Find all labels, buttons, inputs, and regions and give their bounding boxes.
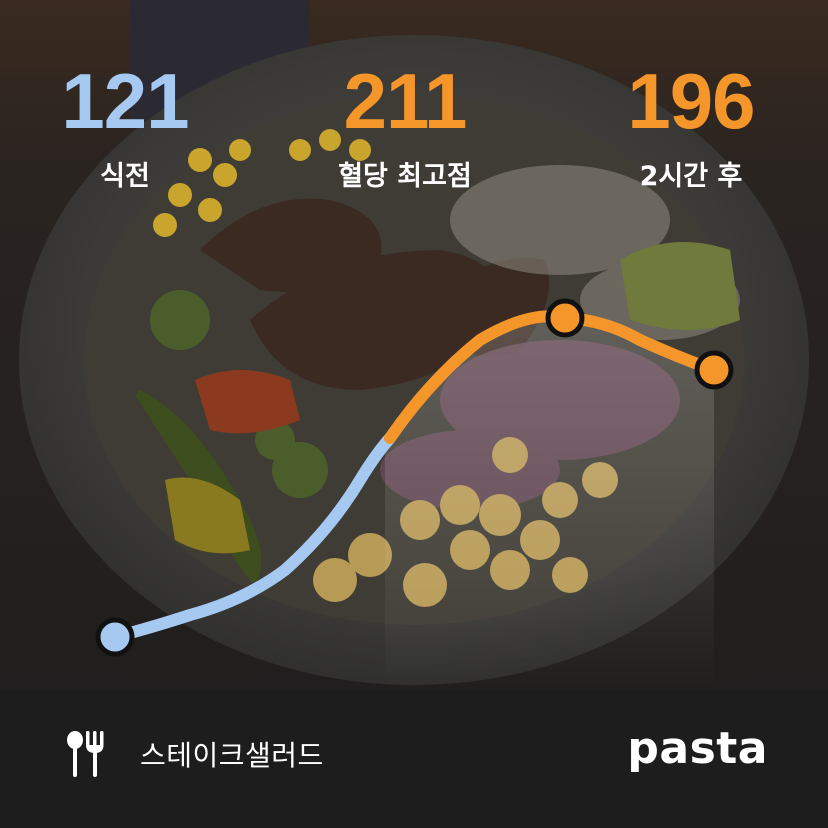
brand-logo: pasta [627, 723, 768, 774]
peak-value: 211 [343, 57, 468, 145]
meal-info: 스테이크샐러드 [66, 730, 324, 778]
peak-label: 혈당 최고점 [338, 161, 472, 192]
meal-name: 스테이크샐러드 [140, 739, 324, 772]
stat-peak: 211 혈당 최고점 [275, 62, 535, 193]
fork-knife-icon [67, 731, 104, 777]
stat-two-hours-after: 196 2시간 후 [561, 62, 821, 193]
after-label: 2시간 후 [639, 161, 743, 192]
before-meal-label: 식전 [100, 161, 150, 192]
before-meal-value: 121 [61, 57, 189, 145]
after-value: 196 [627, 57, 755, 145]
stat-before-meal: 121 식전 [0, 62, 255, 193]
